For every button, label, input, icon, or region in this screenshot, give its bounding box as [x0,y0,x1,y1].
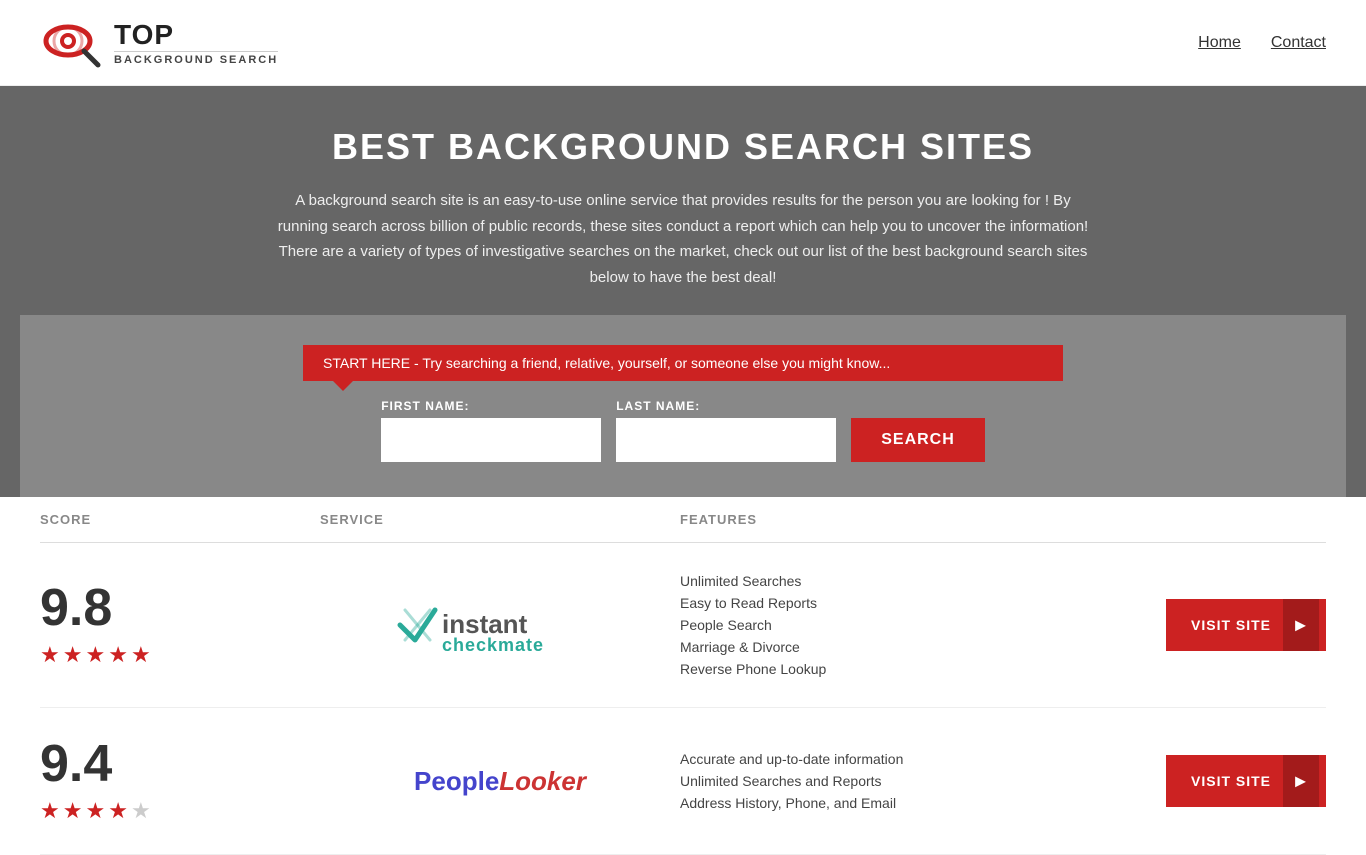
results-section: SCORE SERVICE FEATURES 9.8 ★ ★ ★ ★ ★ [0,497,1366,855]
star-4: ★ [108,798,128,824]
feature-item: Address History, Phone, and Email [680,795,1146,811]
first-name-label: FIRST NAME: [381,399,469,413]
results-header: SCORE SERVICE FEATURES [40,497,1326,543]
visit-label-2: VISIT SITE [1191,773,1271,789]
star-5-empty: ★ [131,798,151,824]
checkmate-logo: instant checkmate [390,595,610,655]
star-5: ★ [131,642,151,668]
service-col-2: PeopleLooker [320,766,680,797]
last-name-input[interactable] [616,418,836,462]
star-1: ★ [40,642,60,668]
search-button[interactable]: SEARCH [851,418,985,462]
table-row: 9.8 ★ ★ ★ ★ ★ instant checkm [40,543,1326,708]
search-box-wrapper: START HERE - Try searching a friend, rel… [20,315,1346,497]
star-4: ★ [108,642,128,668]
feature-item: Easy to Read Reports [680,595,1146,611]
visit-col-1: VISIT SITE ► [1146,599,1326,651]
feature-item: Marriage & Divorce [680,639,1146,655]
stars-1: ★ ★ ★ ★ ★ [40,642,151,668]
nav-contact[interactable]: Contact [1271,34,1326,52]
hero-section: BEST BACKGROUND SEARCH SITES A backgroun… [0,86,1366,497]
callout-bar: START HERE - Try searching a friend, rel… [303,345,1063,381]
col-service-label: SERVICE [320,512,680,527]
star-2: ★ [63,642,83,668]
visit-arrow-icon: ► [1283,599,1319,651]
col-score-label: SCORE [40,512,320,527]
logo-text: TOP BACKGROUND SEARCH [114,19,278,66]
star-2: ★ [63,798,83,824]
search-form: FIRST NAME: LAST NAME: SEARCH [60,399,1306,462]
star-3: ★ [85,798,105,824]
header: TOP BACKGROUND SEARCH Home Contact [0,0,1366,86]
star-3: ★ [85,642,105,668]
hero-title: BEST BACKGROUND SEARCH SITES [20,126,1346,168]
logo-icon [40,15,110,70]
col-features-label: FEATURES [680,512,1146,527]
features-col-2: Accurate and up-to-date information Unli… [680,751,1146,811]
score-col-2: 9.4 ★ ★ ★ ★ ★ [40,738,320,824]
score-number-2: 9.4 [40,738,112,790]
logo-sub-text: BACKGROUND SEARCH [114,51,278,66]
pl-people-text: People [414,766,499,796]
nav-home[interactable]: Home [1198,34,1241,52]
visit-arrow-icon: ► [1283,755,1319,807]
feature-item: Reverse Phone Lookup [680,661,1146,677]
first-name-input[interactable] [381,418,601,462]
people-looker-logo: PeopleLooker [414,766,586,797]
feature-item: People Search [680,617,1146,633]
logo-top-text: TOP [114,19,278,51]
visit-col-2: VISIT SITE ► [1146,755,1326,807]
star-1: ★ [40,798,60,824]
first-name-group: FIRST NAME: [381,399,601,462]
stars-2: ★ ★ ★ ★ ★ [40,798,151,824]
features-col-1: Unlimited Searches Easy to Read Reports … [680,573,1146,677]
score-col-1: 9.8 ★ ★ ★ ★ ★ [40,582,320,668]
feature-item: Accurate and up-to-date information [680,751,1146,767]
score-number-1: 9.8 [40,582,112,634]
checkmate-logo-svg: instant checkmate [390,595,610,655]
table-row: 9.4 ★ ★ ★ ★ ★ PeopleLooker Accurate and … [40,708,1326,855]
svg-text:checkmate: checkmate [442,635,544,655]
feature-item: Unlimited Searches [680,573,1146,589]
pl-looker-text: Looker [499,766,586,796]
main-nav: Home Contact [1198,34,1326,52]
visit-label-1: VISIT SITE [1191,617,1271,633]
service-col-1: instant checkmate [320,595,680,655]
visit-site-button-2[interactable]: VISIT SITE ► [1166,755,1326,807]
last-name-label: LAST NAME: [616,399,700,413]
callout-container: START HERE - Try searching a friend, rel… [60,345,1306,381]
last-name-group: LAST NAME: [616,399,836,462]
hero-description: A background search site is an easy-to-u… [273,188,1093,290]
feature-item: Unlimited Searches and Reports [680,773,1146,789]
visit-site-button-1[interactable]: VISIT SITE ► [1166,599,1326,651]
logo: TOP BACKGROUND SEARCH [40,15,278,70]
col-action-label [1146,512,1326,527]
